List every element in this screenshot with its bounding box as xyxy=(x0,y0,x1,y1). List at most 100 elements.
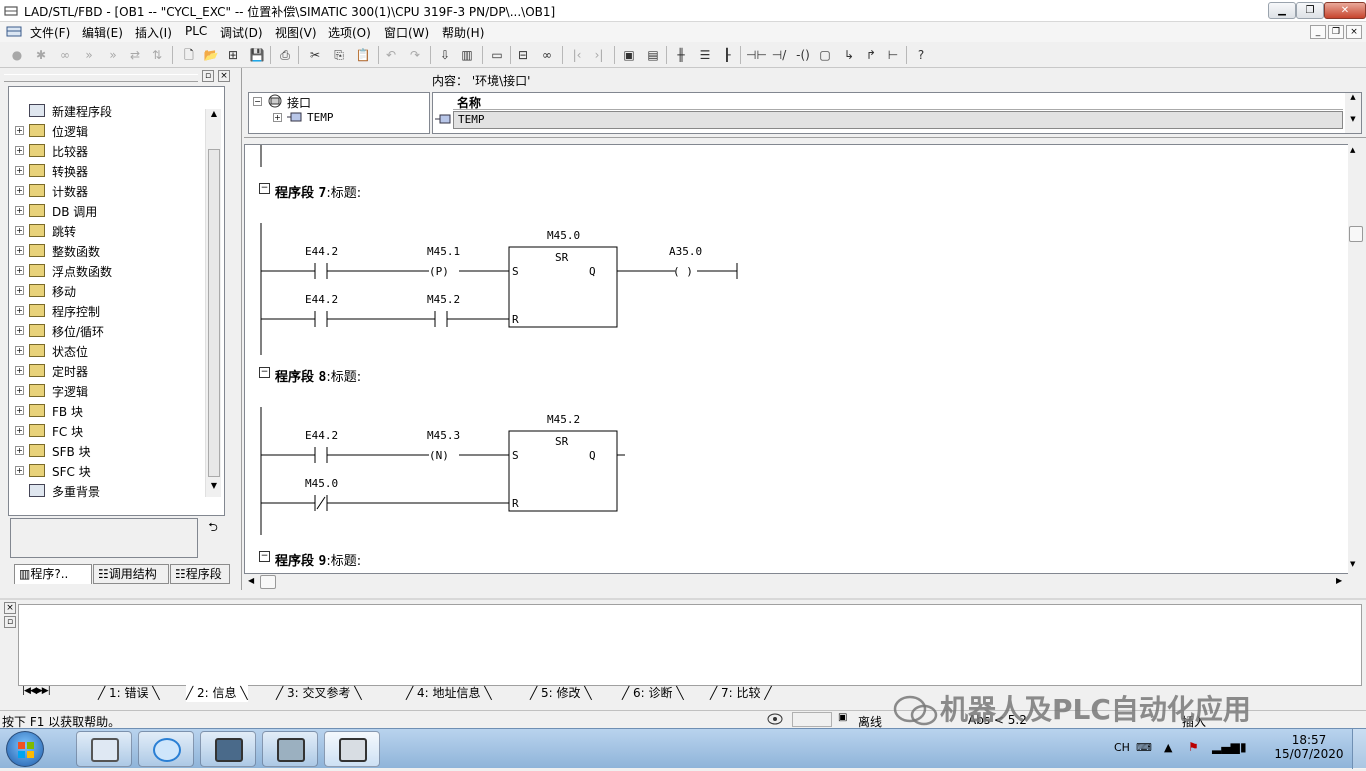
redo-icon[interactable]: ↷ xyxy=(406,46,424,64)
menu-insert[interactable]: 插入(I) xyxy=(135,24,172,41)
expand-icon[interactable]: + xyxy=(15,286,24,295)
scroll-up-icon[interactable]: ▲ xyxy=(1350,146,1355,154)
copy-icon[interactable]: ⎘ xyxy=(330,46,348,64)
close-button[interactable]: ✕ xyxy=(1324,2,1366,19)
expand-icon[interactable]: + xyxy=(15,126,24,135)
print-icon[interactable]: ⎙ xyxy=(276,46,294,64)
tree-item-status-bits[interactable]: + 状态位 xyxy=(15,341,215,361)
expand-icon[interactable]: + xyxy=(15,306,24,315)
ladder-editor[interactable]: E44.2 M45.1 (P) E44.2 M45.2 M45.0 SR S R… xyxy=(244,144,1350,574)
open-folder-icon[interactable]: 📂 xyxy=(202,46,220,64)
tab-cross-references[interactable]: ╱ 3: 交叉参考 ╲ xyxy=(276,684,362,702)
online-icon[interactable]: ● xyxy=(8,46,26,64)
expand-icon[interactable]: + xyxy=(15,326,24,335)
tree-item-word-logic[interactable]: + 字逻辑 xyxy=(15,381,215,401)
expand-icon[interactable]: + xyxy=(15,466,24,475)
taskbar-browser[interactable] xyxy=(138,731,194,767)
bus-icon[interactable]: ✱ xyxy=(32,46,50,64)
expand-icon[interactable]: + xyxy=(15,446,24,455)
network-8-collapse-icon[interactable]: − xyxy=(259,367,270,378)
network-7-collapse-icon[interactable]: − xyxy=(259,183,270,194)
tree-item-db-call[interactable]: + DB 调用 xyxy=(15,201,215,221)
expand-icon[interactable]: + xyxy=(15,226,24,235)
tab-call-structure[interactable]: ☷调用结构 xyxy=(93,564,169,584)
menu-file[interactable]: 文件(F) xyxy=(30,24,70,41)
scroll-left-icon[interactable]: ◀ xyxy=(248,576,254,585)
network-9-collapse-icon[interactable]: − xyxy=(259,551,270,562)
scroll-down-icon[interactable]: ▼ xyxy=(208,481,220,495)
taskbar-calculator[interactable] xyxy=(76,731,132,767)
bookmark-prev-icon[interactable]: |‹ xyxy=(568,46,586,64)
coil-icon[interactable]: -() xyxy=(794,46,812,64)
panel-close-button[interactable]: × xyxy=(218,70,230,82)
expand-icon[interactable]: + xyxy=(273,113,282,122)
tab-network[interactable]: ☷程序段 xyxy=(170,564,230,584)
glasses-icon[interactable]: ∞ xyxy=(538,46,556,64)
tree-icon[interactable]: ┠ xyxy=(718,46,736,64)
editor-hscrollbar[interactable]: ◀ ▶ xyxy=(244,574,1350,590)
taskbar-simatic-manager[interactable] xyxy=(200,731,256,767)
tree-item-float-math[interactable]: + 浮点数函数 xyxy=(15,261,215,281)
sync-icon[interactable]: ⇄ xyxy=(126,46,144,64)
scroll-thumb[interactable] xyxy=(1349,226,1363,242)
plc-chart-icon[interactable]: ▥ xyxy=(458,46,476,64)
scroll-right-icon[interactable]: ▶ xyxy=(1336,576,1342,585)
mdi-restore-button[interactable]: ❐ xyxy=(1328,25,1344,39)
tab-diagnose[interactable]: ╱ 6: 诊断 ╲ xyxy=(622,684,684,702)
open-branch-icon[interactable]: ↳ xyxy=(840,46,858,64)
tab-address-info[interactable]: ╱ 4: 地址信息 ╲ xyxy=(406,684,492,702)
tree-item-fc-block[interactable]: + FC 块 xyxy=(15,421,215,441)
tree-item-program-control[interactable]: + 程序控制 xyxy=(15,301,215,321)
clock[interactable]: 18:57 15/07/2020 xyxy=(1272,733,1346,761)
network-7-title[interactable]: 程序段 7:标题: xyxy=(275,182,361,201)
expand-icon[interactable]: + xyxy=(15,366,24,375)
tab-info[interactable]: ╱ 2: 信息 ╲ xyxy=(186,684,248,702)
show-desktop-button[interactable] xyxy=(1352,729,1366,769)
tree-item-timer[interactable]: + 定时器 xyxy=(15,361,215,381)
expand-icon[interactable]: + xyxy=(15,426,24,435)
mdi-close-button[interactable]: × xyxy=(1346,25,1362,39)
column-header-name[interactable]: 名称 xyxy=(453,94,1343,110)
interface-row[interactable]: TEMP xyxy=(453,111,1343,129)
menu-edit[interactable]: 编辑(E) xyxy=(82,24,123,41)
taskbar-hw-config[interactable] xyxy=(262,731,318,767)
module-info-icon[interactable]: ⊟ xyxy=(514,46,532,64)
tab-compare[interactable]: ╱ 7: 比较 ╱ xyxy=(710,684,772,702)
tree-item-fb-block[interactable]: + FB 块 xyxy=(15,401,215,421)
grid-scrollbar[interactable]: ▲ ▼ xyxy=(1345,93,1361,133)
cut-icon[interactable]: ✂ xyxy=(306,46,324,64)
tab-program[interactable]: ▥程序?.. xyxy=(14,564,92,584)
forward-icon[interactable]: » xyxy=(80,46,98,64)
no-contact-icon[interactable]: ⊣⊢ xyxy=(746,46,767,64)
tree-item-converter[interactable]: + 转换器 xyxy=(15,161,215,181)
details-dock-button[interactable]: ▫ xyxy=(4,616,16,628)
tree-item-sfb-block[interactable]: + SFB 块 xyxy=(15,441,215,461)
nav-icon[interactable]: » xyxy=(104,46,122,64)
back-icon[interactable]: ⮌ xyxy=(202,518,224,538)
nc-contact-icon[interactable]: ⊣/⊢ xyxy=(770,46,788,80)
editor-vscrollbar[interactable]: ▲ ▼ xyxy=(1348,144,1364,574)
tree-item-shift-rotate[interactable]: + 移位/循环 xyxy=(15,321,215,341)
network-9-title[interactable]: 程序段 9:标题: xyxy=(275,550,361,569)
collapse-icon[interactable]: − xyxy=(253,97,262,106)
tree-item-multi-instance[interactable]: 多重背景 xyxy=(15,481,215,501)
expand-icon[interactable]: + xyxy=(15,406,24,415)
menu-window[interactable]: 窗口(W) xyxy=(384,24,429,41)
scroll-up-icon[interactable]: ▲ xyxy=(208,109,220,123)
list-icon[interactable]: ☰ xyxy=(696,46,714,64)
empty-box-icon[interactable]: ▢ xyxy=(816,46,834,64)
expand-icon[interactable]: + xyxy=(15,146,24,155)
link-icon[interactable]: ∞ xyxy=(56,46,74,64)
interface-root-label[interactable]: 接口 xyxy=(287,94,311,111)
monitor-icon[interactable]: ▭ xyxy=(488,46,506,64)
tree-item-sfc-block[interactable]: + SFC 块 xyxy=(15,461,215,481)
tree-item-counter[interactable]: + 计数器 xyxy=(15,181,215,201)
connection-icon[interactable]: ⊢ xyxy=(884,46,902,64)
signal-icon[interactable]: ▂▄▆ xyxy=(1212,740,1240,754)
taskbar-lad-editor[interactable] xyxy=(324,731,380,767)
expand-icon[interactable]: + xyxy=(15,186,24,195)
context-help-icon[interactable]: ? xyxy=(912,46,930,64)
network-icon[interactable]: ⊞ xyxy=(224,46,242,64)
tray-arrow-icon[interactable]: ▲ xyxy=(1164,741,1172,754)
tab-modify[interactable]: ╱ 5: 修改 ╲ xyxy=(530,684,592,702)
